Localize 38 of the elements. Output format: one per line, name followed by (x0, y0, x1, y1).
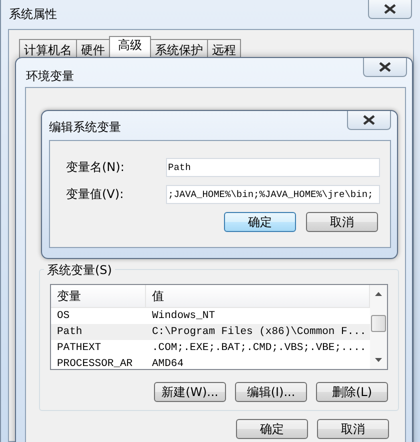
variable-value: .COM;.EXE;.BAT;.CMD;.VBS;.VBE;.... (151, 342, 368, 354)
list-row[interactable]: PROCESSOR_AR AMD64 (51, 356, 370, 369)
close-button[interactable] (347, 111, 391, 130)
variable-value: C:\Program Files (x86)\Common F... (151, 326, 368, 338)
input-field[interactable]: ;JAVA_HOME%\bin;%JAVA_HOME%\jre\bin; (166, 185, 380, 204)
column-header[interactable]: 变量 (51, 285, 146, 307)
input-field[interactable]: Path (166, 158, 380, 177)
scroll-down-icon[interactable] (375, 358, 382, 362)
close-icon (363, 115, 375, 125)
group-label: 系统变量(S) (44, 262, 115, 279)
field-label: 变量名(N): (66, 159, 126, 176)
close-icon (379, 62, 391, 72)
list-row[interactable]: PATHEXT .COM;.EXE;.BAT;.CMD;.VBS;.VBE;.... (51, 340, 370, 356)
dialog-button[interactable]: 取消 (306, 212, 378, 232)
variable-value: AMD64 (151, 358, 185, 369)
variable-name: PATHEXT (56, 342, 102, 354)
action-button[interactable]: 删除(L) (316, 382, 388, 402)
variable-name: OS (56, 310, 71, 322)
close-icon (384, 4, 396, 14)
scroll-up-icon[interactable] (375, 292, 382, 296)
variable-name: Path (56, 326, 84, 338)
dialog-title: 编辑系统变量 (49, 119, 121, 136)
action-button[interactable]: 新建(W)... (154, 382, 226, 402)
dialog-title: 环境变量 (26, 68, 74, 85)
variable-name: PROCESSOR_AR (56, 358, 134, 369)
variable-value: Windows_NT (151, 310, 216, 322)
window-title: 系统属性 (9, 6, 57, 23)
dialog-button[interactable]: 取消 (317, 419, 389, 439)
scroll-thumb[interactable] (371, 315, 386, 332)
dialog-button[interactable]: 确定 (224, 212, 296, 232)
list-row[interactable]: Path C:\Program Files (x86)\Common F... (51, 324, 370, 340)
list-row[interactable]: OS Windows_NT (51, 308, 370, 324)
action-button[interactable]: 编辑(I)... (235, 382, 307, 402)
scrollbar[interactable] (370, 285, 387, 369)
close-button[interactable] (368, 0, 412, 19)
close-button[interactable] (363, 58, 407, 77)
field-label: 变量值(V): (66, 186, 125, 203)
dialog-button[interactable]: 确定 (236, 419, 308, 439)
